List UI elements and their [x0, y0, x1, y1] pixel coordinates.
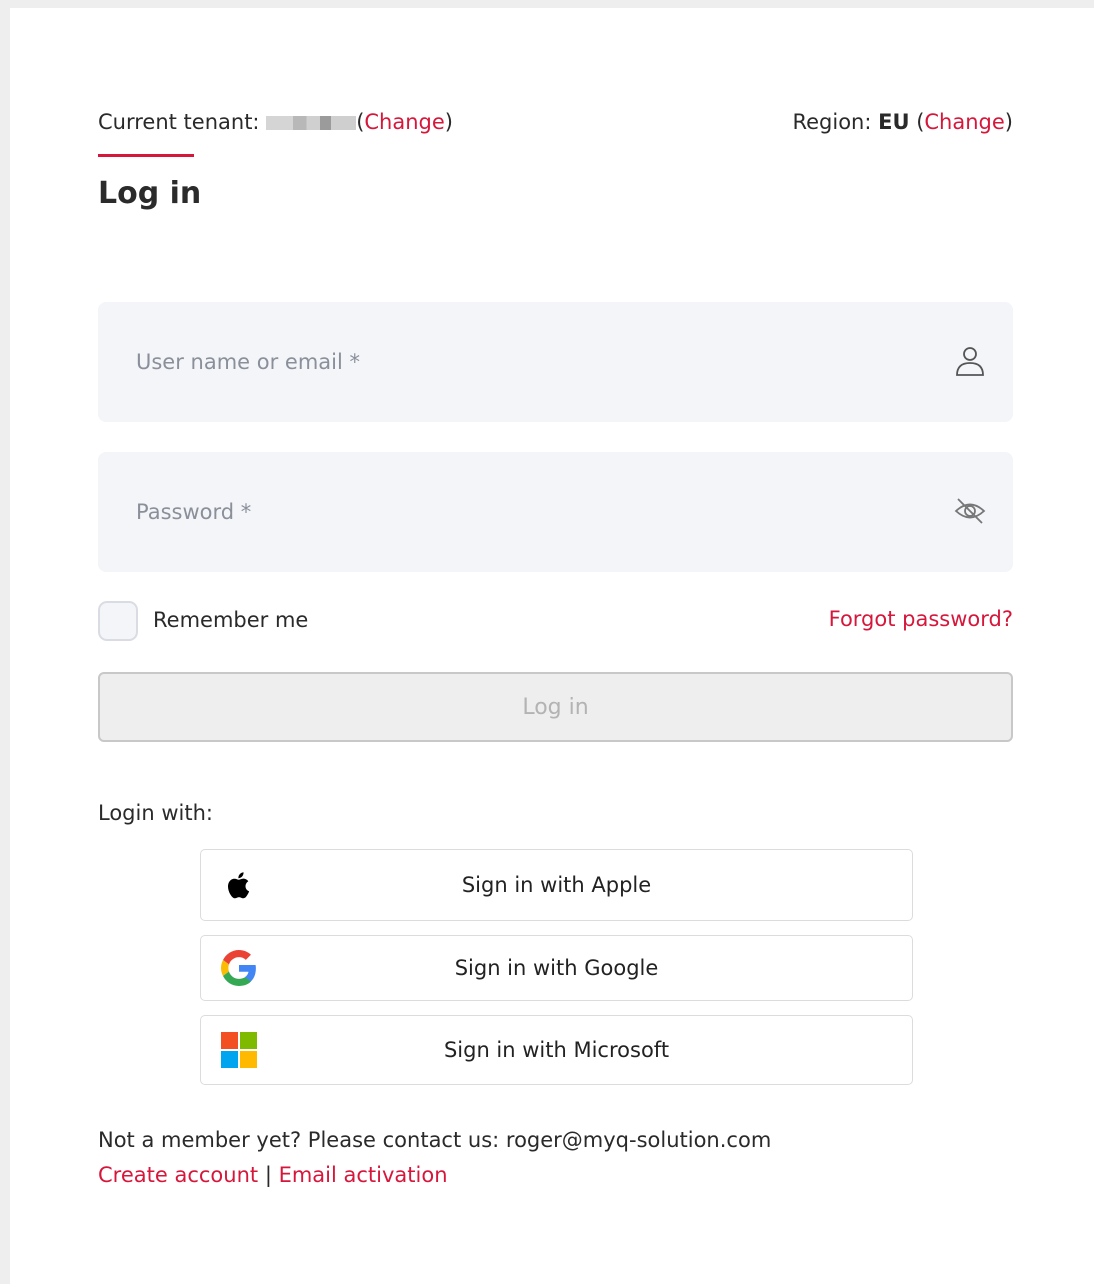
page-title: Log in [98, 176, 202, 211]
region-label: Region: [792, 110, 879, 134]
sign-in-google-label: Sign in with Google [454, 956, 659, 980]
contact-text: Not a member yet? Please contact us: rog… [98, 1128, 772, 1152]
login-card: Current tenant: (Change) Region: EU (Cha… [10, 8, 1094, 1284]
username-input[interactable] [98, 302, 1013, 422]
login-button[interactable]: Log in [98, 672, 1013, 742]
create-account-link[interactable]: Create account [98, 1163, 258, 1187]
change-region-link[interactable]: Change [924, 110, 1004, 134]
remember-me-checkbox[interactable] [98, 601, 138, 641]
sign-in-apple-label: Sign in with Apple [461, 873, 652, 897]
sign-in-google-button[interactable]: Sign in with Google [200, 935, 913, 1001]
email-activation-link[interactable]: Email activation [279, 1163, 448, 1187]
remember-me-label: Remember me [153, 608, 309, 632]
sign-in-apple-button[interactable]: Sign in with Apple [200, 849, 913, 921]
change-tenant-link[interactable]: Change [364, 110, 444, 134]
tenant-line: Current tenant: (Change) [98, 110, 453, 134]
tenant-label: Current tenant: [98, 110, 267, 134]
footer-separator: | [264, 1163, 272, 1187]
region-value: EU [878, 110, 910, 134]
region-line: Region: EU (Change) [792, 110, 1013, 134]
footer-links: Create account | Email activation [98, 1163, 448, 1187]
password-input[interactable] [98, 452, 1013, 572]
login-with-heading: Login with: [98, 801, 213, 825]
eye-off-icon[interactable] [953, 494, 987, 528]
tenant-name-redacted [266, 116, 357, 130]
user-icon [956, 347, 984, 376]
sign-in-microsoft-label: Sign in with Microsoft [443, 1038, 670, 1062]
forgot-password-link[interactable]: Forgot password? [829, 604, 1013, 634]
title-accent-bar [98, 154, 194, 157]
username-field [98, 302, 1013, 422]
password-field [98, 452, 1013, 572]
sign-in-microsoft-button[interactable]: Sign in with Microsoft [200, 1015, 913, 1085]
